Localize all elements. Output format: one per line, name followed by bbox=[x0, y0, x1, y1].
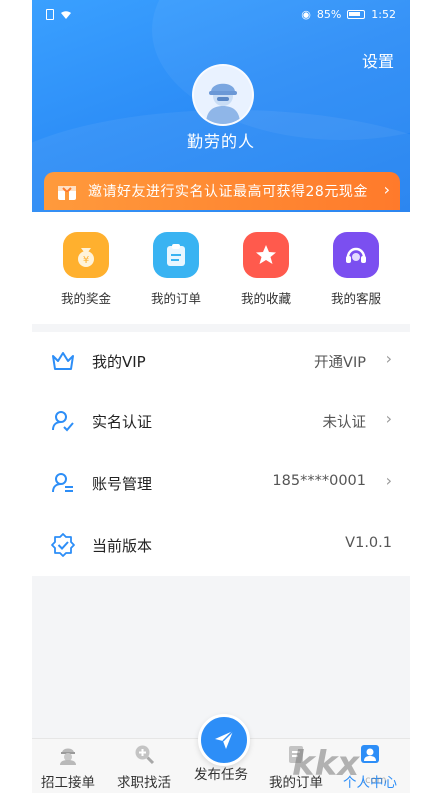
quick-actions: ¥ 我的奖金 我的订单 我的收藏 我的客服 bbox=[32, 212, 410, 324]
battery-icon bbox=[347, 10, 366, 19]
tab-profile[interactable]: 个人中心 bbox=[334, 743, 406, 791]
tab-my-orders[interactable]: 我的订单 bbox=[260, 743, 332, 791]
search-plus-icon bbox=[135, 745, 155, 765]
quick-action-service[interactable]: 我的客服 bbox=[316, 232, 396, 307]
menu-item-label: 当前版本 bbox=[92, 537, 153, 555]
nav-label: 个人中心 bbox=[343, 775, 397, 791]
menu-item-label: 我的VIP bbox=[92, 353, 146, 371]
nav-label: 求职找活 bbox=[117, 775, 171, 791]
badge-check-icon bbox=[51, 533, 75, 557]
quick-action-orders[interactable]: 我的订单 bbox=[136, 232, 216, 307]
worker-avatar-icon bbox=[194, 66, 252, 124]
status-bar: ◉ 85% 1:52 bbox=[32, 0, 410, 30]
headset-icon bbox=[333, 232, 379, 278]
menu-item-version: 当前版本 V1.0.1 bbox=[32, 516, 410, 576]
paper-plane-icon bbox=[215, 730, 234, 749]
orders-icon bbox=[289, 746, 303, 763]
menu-item-account[interactable]: 账号管理 185****0001 › bbox=[32, 454, 410, 514]
user-manage-icon bbox=[52, 473, 73, 493]
left-margin bbox=[0, 0, 32, 793]
quick-action-bonus[interactable]: ¥ 我的奖金 bbox=[46, 232, 126, 307]
quick-action-label: 我的奖金 bbox=[60, 291, 111, 306]
avatar[interactable] bbox=[192, 64, 254, 126]
settings-button[interactable]: 设置 bbox=[362, 48, 394, 72]
nav-label: 我的订单 bbox=[269, 775, 323, 791]
tab-recruit[interactable]: 招工接单 bbox=[32, 743, 104, 791]
sim-icon bbox=[46, 9, 54, 20]
worker-icon bbox=[60, 748, 76, 765]
publish-task-button[interactable] bbox=[198, 714, 250, 766]
menu-item-label: 账号管理 bbox=[92, 475, 153, 493]
right-margin bbox=[411, 0, 443, 793]
battery-percent: 85% bbox=[316, 8, 342, 21]
app-screen: ◉ 85% 1:52 设置 勤劳的人 邀请好友进行实名认证最高可获得28元现金 … bbox=[32, 0, 410, 793]
clock: 1:52 bbox=[371, 8, 396, 21]
chevron-right-icon: › bbox=[385, 471, 392, 490]
menu-item-verification[interactable]: 实名认证 未认证 › bbox=[32, 392, 410, 452]
status-right: ◉ 85% 1:52 bbox=[301, 8, 396, 21]
chevron-right-icon: › bbox=[385, 409, 392, 428]
menu-item-value: V1.0.1 bbox=[345, 535, 392, 551]
clipboard-icon bbox=[153, 232, 199, 278]
wifi-icon bbox=[60, 10, 72, 20]
tab-find-work[interactable]: 求职找活 bbox=[108, 743, 180, 791]
gift-icon bbox=[58, 186, 76, 200]
invite-banner-text: 邀请好友进行实名认证最高可获得28元现金 bbox=[88, 184, 368, 200]
menu-item-value: 未认证 bbox=[322, 415, 367, 431]
chevron-right-icon: › bbox=[385, 349, 392, 368]
crown-icon bbox=[52, 352, 74, 370]
chevron-right-icon: › bbox=[383, 180, 390, 199]
eye-icon: ◉ bbox=[301, 8, 311, 21]
star-icon bbox=[243, 232, 289, 278]
menu-item-value: 开通VIP bbox=[314, 355, 366, 371]
quick-action-favorites[interactable]: 我的收藏 bbox=[226, 232, 306, 307]
money-bag-icon: ¥ bbox=[63, 232, 109, 278]
svg-text:¥: ¥ bbox=[83, 255, 89, 266]
nav-label: 招工接单 bbox=[41, 775, 95, 791]
quick-action-label: 我的客服 bbox=[330, 291, 381, 306]
publish-task-label: 发布任务 bbox=[194, 767, 248, 783]
quick-action-label: 我的收藏 bbox=[240, 291, 291, 306]
profile-header: ◉ 85% 1:52 设置 勤劳的人 邀请好友进行实名认证最高可获得28元现金 … bbox=[32, 0, 410, 212]
menu-item-value: 185****0001 bbox=[272, 473, 366, 489]
username: 勤劳的人 bbox=[186, 132, 255, 151]
menu-list: 我的VIP 开通VIP › 实名认证 未认证 › 账号管理 185****000… bbox=[32, 332, 410, 576]
menu-item-label: 实名认证 bbox=[92, 413, 153, 431]
status-left bbox=[46, 9, 72, 20]
menu-item-vip[interactable]: 我的VIP 开通VIP › bbox=[32, 332, 410, 392]
person-icon bbox=[361, 745, 379, 763]
quick-action-label: 我的订单 bbox=[150, 291, 201, 306]
invite-banner[interactable]: 邀请好友进行实名认证最高可获得28元现金 › bbox=[44, 172, 400, 210]
user-check-icon bbox=[52, 411, 74, 432]
